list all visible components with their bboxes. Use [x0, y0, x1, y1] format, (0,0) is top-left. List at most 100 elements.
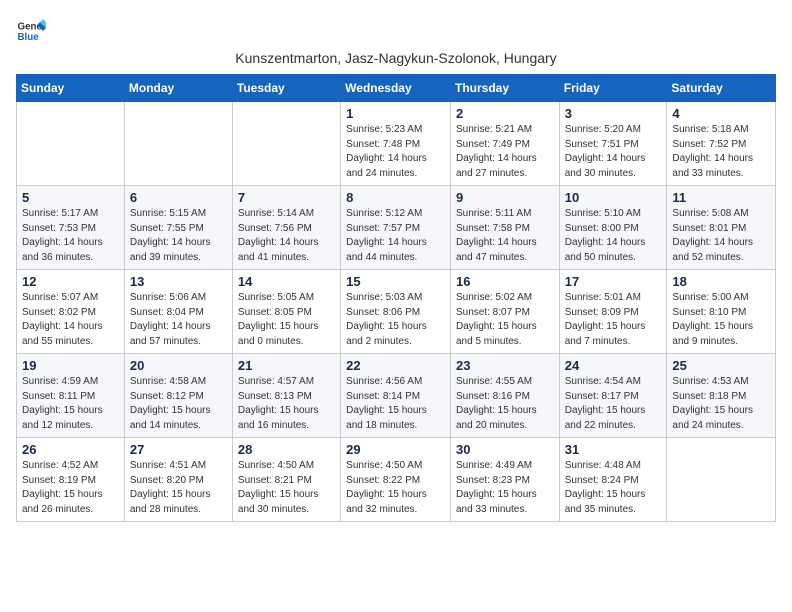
- day-number: 25: [672, 358, 770, 373]
- day-info: Sunrise: 5:08 AM Sunset: 8:01 PM Dayligh…: [672, 207, 770, 265]
- column-header-tuesday: Tuesday: [232, 75, 340, 102]
- day-info: Sunrise: 4:49 AM Sunset: 8:23 PM Dayligh…: [456, 459, 554, 517]
- day-info: Sunrise: 5:18 AM Sunset: 7:52 PM Dayligh…: [672, 123, 770, 181]
- calendar-cell: [667, 438, 776, 522]
- calendar-header-row: SundayMondayTuesdayWednesdayThursdayFrid…: [17, 75, 776, 102]
- calendar-cell: 23 Sunrise: 4:55 AM Sunset: 8:16 PM Dayli…: [450, 354, 559, 438]
- calendar-cell: 21 Sunrise: 4:57 AM Sunset: 8:13 PM Dayli…: [232, 354, 340, 438]
- column-header-thursday: Thursday: [450, 75, 559, 102]
- page-header: General Blue: [16, 16, 776, 46]
- day-info: Sunrise: 4:54 AM Sunset: 8:17 PM Dayligh…: [565, 375, 662, 433]
- day-number: 31: [565, 442, 662, 457]
- day-number: 15: [346, 274, 445, 289]
- day-number: 3: [565, 106, 662, 121]
- day-number: 19: [22, 358, 119, 373]
- calendar-cell: 4 Sunrise: 5:18 AM Sunset: 7:52 PM Daylig…: [667, 102, 776, 186]
- column-header-monday: Monday: [124, 75, 232, 102]
- day-number: 22: [346, 358, 445, 373]
- calendar-cell: 11 Sunrise: 5:08 AM Sunset: 8:01 PM Dayli…: [667, 186, 776, 270]
- day-number: 21: [238, 358, 335, 373]
- calendar-cell: [124, 102, 232, 186]
- day-info: Sunrise: 5:06 AM Sunset: 8:04 PM Dayligh…: [130, 291, 227, 349]
- day-info: Sunrise: 5:00 AM Sunset: 8:10 PM Dayligh…: [672, 291, 770, 349]
- calendar-cell: 17Sunrise: 5:01 AM Sunset: 8:09 PM Dayli…: [559, 270, 667, 354]
- day-number: 24: [565, 358, 662, 373]
- day-info: Sunrise: 4:50 AM Sunset: 8:21 PM Dayligh…: [238, 459, 335, 517]
- location-subtitle: Kunszentmarton, Jasz-Nagykun-Szolonok, H…: [16, 50, 776, 66]
- calendar-cell: 3 Sunrise: 5:20 AM Sunset: 7:51 PM Daylig…: [559, 102, 667, 186]
- svg-text:Blue: Blue: [18, 32, 40, 43]
- calendar-week-row: 19 Sunrise: 4:59 AM Sunset: 8:11 PM Dayli…: [17, 354, 776, 438]
- calendar-cell: 7 Sunrise: 5:14 AM Sunset: 7:56 PM Daylig…: [232, 186, 340, 270]
- day-number: 20: [130, 358, 227, 373]
- day-number: 18: [672, 274, 770, 289]
- day-info: Sunrise: 5:21 AM Sunset: 7:49 PM Dayligh…: [456, 123, 554, 181]
- calendar-cell: 26 Sunrise: 4:52 AM Sunset: 8:19 PM Dayli…: [17, 438, 125, 522]
- day-info: Sunrise: 4:56 AM Sunset: 8:14 PM Dayligh…: [346, 375, 445, 433]
- calendar-cell: 13 Sunrise: 5:06 AM Sunset: 8:04 PM Dayli…: [124, 270, 232, 354]
- day-info: Sunrise: 5:11 AM Sunset: 7:58 PM Dayligh…: [456, 207, 554, 265]
- day-info: Sunrise: 4:52 AM Sunset: 8:19 PM Dayligh…: [22, 459, 119, 517]
- day-info: Sunrise: 5:14 AM Sunset: 7:56 PM Dayligh…: [238, 207, 335, 265]
- calendar-cell: 14 Sunrise: 5:05 AM Sunset: 8:05 PM Dayli…: [232, 270, 340, 354]
- day-number: 14: [238, 274, 335, 289]
- day-info: Sunrise: 5:03 AM Sunset: 8:06 PM Dayligh…: [346, 291, 445, 349]
- column-header-friday: Friday: [559, 75, 667, 102]
- calendar-cell: 31 Sunrise: 4:48 AM Sunset: 8:24 PM Dayli…: [559, 438, 667, 522]
- day-number: 28: [238, 442, 335, 457]
- calendar-cell: 18 Sunrise: 5:00 AM Sunset: 8:10 PM Dayli…: [667, 270, 776, 354]
- column-header-saturday: Saturday: [667, 75, 776, 102]
- day-info: Sunrise: 5:20 AM Sunset: 7:51 PM Dayligh…: [565, 123, 662, 181]
- calendar-cell: 19 Sunrise: 4:59 AM Sunset: 8:11 PM Dayli…: [17, 354, 125, 438]
- day-number: 6: [130, 190, 227, 205]
- calendar-cell: 12Sunrise: 5:07 AM Sunset: 8:02 PM Dayli…: [17, 270, 125, 354]
- day-info: Sunrise: 5:17 AM Sunset: 7:53 PM Dayligh…: [22, 207, 119, 265]
- calendar-cell: 30 Sunrise: 4:49 AM Sunset: 8:23 PM Dayli…: [450, 438, 559, 522]
- day-info: Sunrise: 4:48 AM Sunset: 8:24 PM Dayligh…: [565, 459, 662, 517]
- calendar-cell: 29Sunrise: 4:50 AM Sunset: 8:22 PM Dayli…: [341, 438, 451, 522]
- day-number: 16: [456, 274, 554, 289]
- day-number: 13: [130, 274, 227, 289]
- day-info: Sunrise: 5:02 AM Sunset: 8:07 PM Dayligh…: [456, 291, 554, 349]
- day-number: 4: [672, 106, 770, 121]
- calendar-cell: 27 Sunrise: 4:51 AM Sunset: 8:20 PM Dayli…: [124, 438, 232, 522]
- day-number: 30: [456, 442, 554, 457]
- logo-icon: General Blue: [16, 16, 46, 46]
- calendar-cell: 10Sunrise: 5:10 AM Sunset: 8:00 PM Dayli…: [559, 186, 667, 270]
- day-info: Sunrise: 5:12 AM Sunset: 7:57 PM Dayligh…: [346, 207, 445, 265]
- calendar-cell: [17, 102, 125, 186]
- day-info: Sunrise: 4:53 AM Sunset: 8:18 PM Dayligh…: [672, 375, 770, 433]
- calendar-cell: 5 Sunrise: 5:17 AM Sunset: 7:53 PM Daylig…: [17, 186, 125, 270]
- calendar-cell: 9Sunrise: 5:11 AM Sunset: 7:58 PM Daylig…: [450, 186, 559, 270]
- calendar-cell: 2Sunrise: 5:21 AM Sunset: 7:49 PM Daylig…: [450, 102, 559, 186]
- day-info: Sunrise: 4:55 AM Sunset: 8:16 PM Dayligh…: [456, 375, 554, 433]
- calendar-week-row: 12Sunrise: 5:07 AM Sunset: 8:02 PM Dayli…: [17, 270, 776, 354]
- day-number: 23: [456, 358, 554, 373]
- day-info: Sunrise: 4:59 AM Sunset: 8:11 PM Dayligh…: [22, 375, 119, 433]
- day-info: Sunrise: 5:05 AM Sunset: 8:05 PM Dayligh…: [238, 291, 335, 349]
- calendar-cell: 8 Sunrise: 5:12 AM Sunset: 7:57 PM Daylig…: [341, 186, 451, 270]
- day-number: 26: [22, 442, 119, 457]
- calendar-table: SundayMondayTuesdayWednesdayThursdayFrid…: [16, 74, 776, 522]
- day-number: 11: [672, 190, 770, 205]
- calendar-week-row: 5 Sunrise: 5:17 AM Sunset: 7:53 PM Daylig…: [17, 186, 776, 270]
- calendar-cell: 28 Sunrise: 4:50 AM Sunset: 8:21 PM Dayli…: [232, 438, 340, 522]
- column-header-sunday: Sunday: [17, 75, 125, 102]
- calendar-cell: 20 Sunrise: 4:58 AM Sunset: 8:12 PM Dayli…: [124, 354, 232, 438]
- day-info: Sunrise: 4:58 AM Sunset: 8:12 PM Dayligh…: [130, 375, 227, 433]
- calendar-week-row: 26 Sunrise: 4:52 AM Sunset: 8:19 PM Dayli…: [17, 438, 776, 522]
- day-number: 8: [346, 190, 445, 205]
- logo: General Blue: [16, 16, 46, 46]
- day-info: Sunrise: 4:57 AM Sunset: 8:13 PM Dayligh…: [238, 375, 335, 433]
- calendar-cell: 22 Sunrise: 4:56 AM Sunset: 8:14 PM Dayli…: [341, 354, 451, 438]
- day-info: Sunrise: 5:15 AM Sunset: 7:55 PM Dayligh…: [130, 207, 227, 265]
- day-number: 27: [130, 442, 227, 457]
- day-info: Sunrise: 4:51 AM Sunset: 8:20 PM Dayligh…: [130, 459, 227, 517]
- calendar-week-row: 1Sunrise: 5:23 AM Sunset: 7:48 PM Daylig…: [17, 102, 776, 186]
- day-info: Sunrise: 5:23 AM Sunset: 7:48 PM Dayligh…: [346, 123, 445, 181]
- day-number: 7: [238, 190, 335, 205]
- calendar-cell: 16 Sunrise: 5:02 AM Sunset: 8:07 PM Dayli…: [450, 270, 559, 354]
- column-header-wednesday: Wednesday: [341, 75, 451, 102]
- day-number: 5: [22, 190, 119, 205]
- calendar-cell: 24 Sunrise: 4:54 AM Sunset: 8:17 PM Dayli…: [559, 354, 667, 438]
